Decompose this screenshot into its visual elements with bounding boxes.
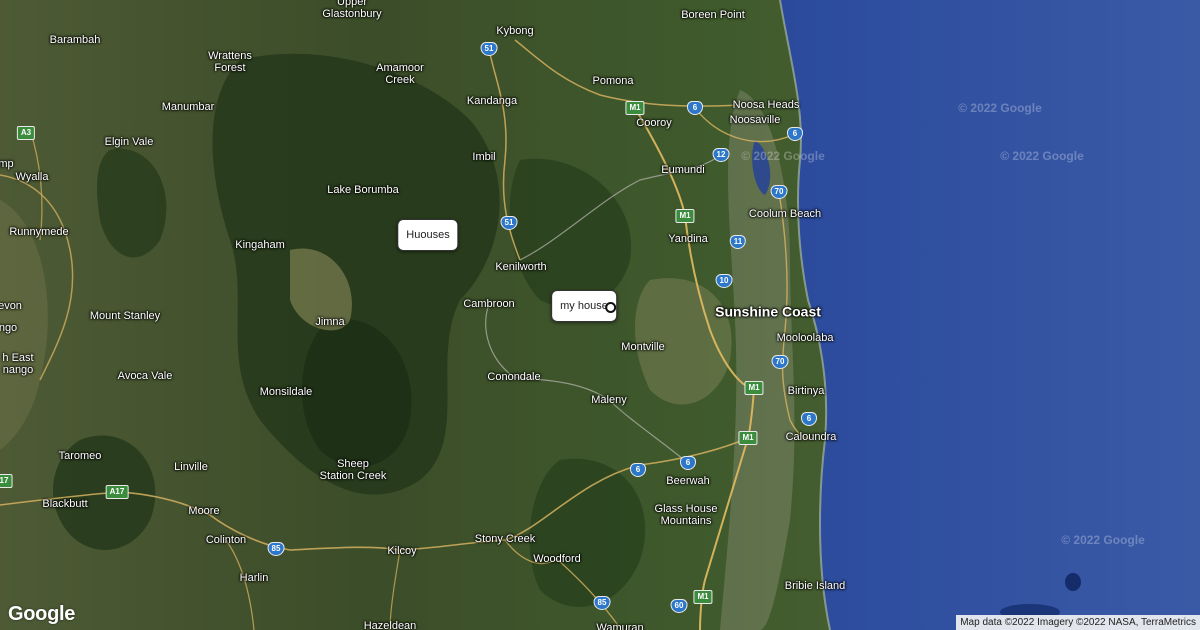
place-label: Noosa Heads — [732, 99, 800, 111]
place-label: ngo — [0, 322, 18, 334]
place-label: Sheep Station Creek — [319, 458, 387, 482]
place-label: Kingaham — [235, 239, 285, 251]
place-label: Amamoor Creek — [376, 62, 424, 86]
route-shield: A3 — [16, 126, 36, 140]
place-label: Imbil — [472, 151, 496, 163]
route-shield: M1 — [675, 209, 695, 223]
place-label: Conondale — [487, 371, 541, 383]
map-marker[interactable]: my house — [551, 290, 617, 322]
place-label: Maleny — [591, 394, 627, 406]
place-label: Elgin Vale — [104, 136, 154, 148]
map-attribution[interactable]: Map data ©2022 Imagery ©2022 NASA, Terra… — [956, 615, 1200, 630]
route-shield: A17 — [105, 485, 129, 499]
route-shield: M1 — [738, 431, 758, 445]
copyright-watermark: © 2022 Google — [958, 101, 1042, 115]
place-label: Eumundi — [661, 164, 705, 176]
place-label: Manumbar — [161, 101, 215, 113]
place-label: Bribie Island — [784, 580, 846, 592]
place-label: h East nango — [2, 352, 34, 376]
place-label: Runnymede — [9, 226, 69, 238]
marker-label: my house — [560, 300, 608, 312]
place-label: Mooloolaba — [776, 332, 834, 344]
place-label: Taromeo — [58, 450, 102, 462]
route-shield: M1 — [744, 381, 764, 395]
place-label: Coolum Beach — [748, 208, 822, 220]
place-label: Caloundra — [785, 431, 837, 443]
place-label: Colinton — [205, 534, 247, 546]
place-label: Kandanga — [466, 95, 518, 107]
copyright-watermark: © 2022 Google — [741, 149, 825, 163]
place-label: Wamuran — [596, 622, 644, 630]
place-label: Beerwah — [666, 475, 710, 487]
route-shield: M1 — [693, 590, 713, 604]
place-label: Avoca Vale — [117, 370, 173, 382]
place-label: Blackbutt — [42, 498, 88, 510]
place-label: Hazeldean — [363, 620, 417, 630]
place-label: Pomona — [592, 75, 634, 87]
place-label: Mount Stanley — [89, 310, 161, 322]
google-logo: Google — [8, 603, 76, 625]
place-label: Birtinya — [787, 385, 825, 397]
map-canvas[interactable]: Upper Glastonbury Barambah Kybong Boreen Poi… — [0, 0, 1200, 630]
place-label: Stony Creek — [474, 533, 536, 545]
city-label: Sunshine Coast — [715, 303, 821, 320]
place-label: Barambah — [49, 34, 101, 46]
place-label: Cambroon — [463, 298, 515, 310]
route-shield: 17 — [0, 474, 13, 488]
place-label: Glass House Mountains — [654, 503, 718, 527]
place-label: Jimna — [315, 316, 345, 328]
map-marker[interactable]: Huouses — [397, 219, 459, 251]
place-label: Upper Glastonbury — [322, 0, 382, 20]
copyright-watermark: © 2022 Google — [1000, 149, 1084, 163]
place-label: Harlin — [239, 572, 269, 584]
place-label: Moore — [188, 505, 220, 517]
place-label: evon — [0, 300, 22, 312]
place-label: Linville — [174, 461, 208, 473]
place-label: Montville — [621, 341, 665, 353]
place-label: Noosaville — [729, 114, 781, 126]
place-label: Wyalla — [15, 171, 49, 183]
place-label: Cooroy — [636, 117, 672, 129]
place-label: Monsildale — [259, 386, 313, 398]
marker-label: Huouses — [406, 229, 450, 241]
place-label: Boreen Point — [681, 9, 745, 21]
place-label: Lake Borumba — [327, 184, 399, 196]
place-label: Yandina — [668, 233, 708, 245]
route-shield: M1 — [625, 101, 645, 115]
location-ring-icon — [605, 302, 617, 313]
copyright-watermark: © 2022 Google — [1061, 533, 1145, 547]
place-label: Kybong — [496, 25, 534, 37]
place-label: Wrattens Forest — [208, 50, 252, 74]
place-label: Kilcoy — [387, 545, 417, 557]
place-label: mp — [0, 158, 14, 170]
place-label: Kenilworth — [495, 261, 547, 273]
place-label: Woodford — [533, 553, 581, 565]
